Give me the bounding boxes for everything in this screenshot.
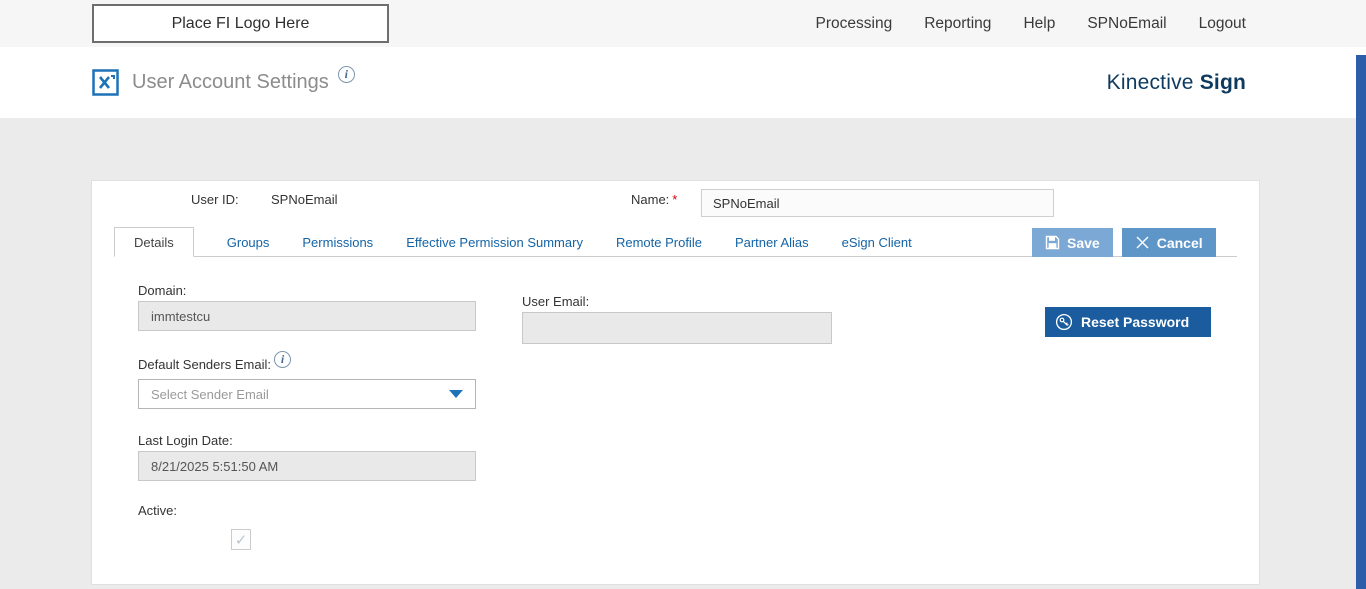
tab-remote-profile[interactable]: Remote Profile	[616, 235, 702, 250]
senders-email-info-icon[interactable]: i	[274, 351, 291, 368]
save-button[interactable]: Save	[1032, 228, 1113, 257]
title-info-icon[interactable]: i	[337, 66, 355, 83]
cancel-x-icon	[1136, 236, 1149, 249]
cancel-button[interactable]: Cancel	[1121, 228, 1216, 257]
name-label-text: Name:	[631, 192, 670, 207]
tab-effective-permission-summary[interactable]: Effective Permission Summary	[406, 235, 583, 250]
save-button-label: Save	[1067, 234, 1100, 251]
user-email-input	[522, 312, 832, 344]
save-floppy-icon	[1045, 235, 1060, 250]
sender-email-select[interactable]: Select Sender Email	[138, 379, 476, 409]
key-icon	[1055, 313, 1073, 331]
check-icon: ✓	[234, 531, 248, 549]
action-buttons: Save Cancel	[1032, 228, 1216, 257]
top-nav: Processing Reporting Help SPNoEmail Logo…	[816, 15, 1246, 33]
reset-password-label: Reset Password	[1081, 314, 1190, 330]
page-title: User Account Settings	[132, 71, 329, 93]
cancel-button-label: Cancel	[1156, 234, 1203, 251]
tab-permissions[interactable]: Permissions	[302, 235, 373, 250]
nav-username[interactable]: SPNoEmail	[1087, 15, 1166, 33]
tab-groups[interactable]: Groups	[227, 235, 270, 250]
name-input[interactable]	[701, 189, 1054, 217]
domain-label: Domain:	[138, 283, 187, 298]
last-login-input	[138, 451, 476, 481]
nav-help[interactable]: Help	[1023, 15, 1055, 33]
brand-product: Sign	[1199, 70, 1246, 94]
tab-esign-client[interactable]: eSign Client	[842, 235, 912, 250]
sender-email-placeholder: Select Sender Email	[151, 386, 269, 402]
vertical-scrollbar[interactable]	[1356, 55, 1366, 589]
chevron-down-icon	[449, 390, 463, 398]
required-asterisk: *	[672, 192, 678, 207]
tab-partner-alias[interactable]: Partner Alias	[735, 235, 809, 250]
active-label: Active:	[138, 503, 178, 518]
user-settings-icon	[92, 69, 119, 96]
page-header: User Account Settings i Kinective Sign	[0, 47, 1366, 118]
nav-reporting[interactable]: Reporting	[924, 15, 991, 33]
tab-bar: Details Groups Permissions Effective Per…	[114, 227, 989, 257]
name-label: Name: *	[631, 192, 677, 207]
user-email-label: User Email:	[522, 294, 590, 309]
default-senders-email-label-text: Default Senders Email:	[138, 357, 271, 372]
nav-processing[interactable]: Processing	[816, 15, 893, 33]
brand-logo: Kinective Sign	[1107, 71, 1246, 95]
fi-logo-placeholder: Place FI Logo Here	[92, 4, 389, 43]
user-id-label: User ID:	[191, 192, 239, 207]
fi-logo-text: Place FI Logo Here	[171, 14, 310, 32]
nav-logout[interactable]: Logout	[1199, 15, 1246, 33]
last-login-label: Last Login Date:	[138, 433, 233, 448]
top-bar: Place FI Logo Here Processing Reporting …	[0, 0, 1366, 47]
tab-details[interactable]: Details	[114, 227, 194, 257]
reset-password-button[interactable]: Reset Password	[1045, 307, 1211, 337]
domain-input	[138, 301, 476, 331]
default-senders-email-label: Default Senders Email:	[138, 357, 271, 372]
content-area: User ID: SPNoEmail Name:* Details Groups…	[0, 118, 1366, 589]
active-checkbox[interactable]: ✓	[231, 529, 251, 550]
user-id-value: SPNoEmail	[271, 192, 338, 207]
brand-name: Kinective	[1106, 70, 1194, 94]
user-account-card: User ID: SPNoEmail Name:* Details Groups…	[91, 180, 1260, 585]
